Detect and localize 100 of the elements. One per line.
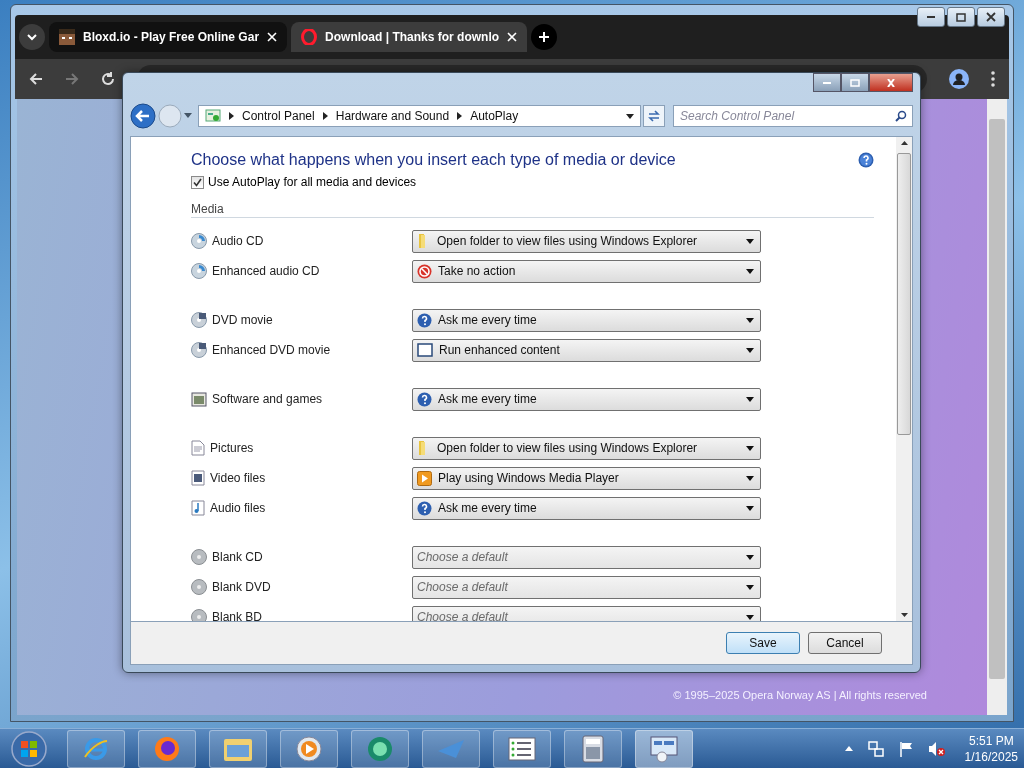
ring-icon — [366, 734, 394, 763]
dropdown-value: Ask me every time — [438, 392, 537, 406]
refresh-icon — [647, 110, 661, 122]
tab-menu-button[interactable] — [19, 24, 45, 50]
dropdown-arrow-icon — [746, 445, 754, 451]
close-button[interactable] — [869, 73, 913, 92]
film-icon — [191, 470, 205, 486]
chevron-icon[interactable] — [457, 112, 463, 120]
dropdown-placeholder: Choose a default — [417, 610, 508, 621]
calculator-icon — [582, 734, 604, 763]
action-dropdown[interactable]: Open folder to view files using Windows Explorer — [412, 436, 761, 460]
browser-tab[interactable]: Download | Thanks for downlo — [291, 22, 528, 52]
close-icon[interactable] — [507, 32, 518, 42]
forward-icon[interactable] — [65, 72, 79, 86]
scrollbar[interactable] — [896, 137, 912, 621]
minimize-button[interactable] — [917, 7, 945, 27]
breadcrumb-item[interactable]: Control Panel — [242, 109, 315, 123]
new-tab-button[interactable] — [531, 24, 558, 50]
section-title: Media — [191, 202, 225, 216]
close-button[interactable] — [977, 7, 1005, 27]
start-button[interactable] — [10, 729, 48, 768]
back-icon[interactable] — [130, 103, 156, 129]
help-icon — [417, 500, 432, 516]
media-label: DVD movie — [212, 313, 273, 327]
dropdown-value: Open folder to view files using Windows Explorer — [437, 441, 698, 455]
taskbar-button[interactable] — [209, 729, 267, 768]
minimize-button[interactable] — [813, 73, 841, 92]
action-dropdown[interactable]: Choose a default — [412, 575, 761, 599]
media-label: Enhanced audio CD — [212, 264, 320, 278]
cancel-button[interactable]: Cancel — [808, 632, 882, 654]
help-icon[interactable] — [858, 152, 874, 168]
flag-icon[interactable] — [898, 740, 913, 757]
media-label: Blank CD — [212, 550, 263, 564]
close-icon — [886, 78, 896, 87]
action-dropdown[interactable]: Open folder to view files using Windows Explorer — [412, 229, 761, 253]
dropdown-arrow-icon — [746, 554, 754, 560]
profile-icon[interactable] — [949, 69, 969, 89]
action-dropdown[interactable]: Ask me every time — [412, 496, 761, 520]
speaker-muted-icon[interactable] — [927, 740, 946, 757]
maximize-button[interactable] — [947, 7, 975, 27]
dropdown-arrow-icon[interactable] — [626, 113, 634, 119]
address-bar[interactable]: Control Panel Hardware and Sound AutoPlay — [198, 105, 641, 127]
no-entry-icon — [417, 263, 432, 279]
taskbar-button[interactable] — [564, 729, 622, 768]
chevron-icon[interactable] — [229, 112, 234, 120]
action-dropdown[interactable]: Take no action — [412, 259, 761, 283]
disc-icon — [191, 342, 207, 358]
minimize-icon — [823, 81, 831, 84]
clock-time[interactable]: 5:51 PM — [968, 733, 1014, 748]
tray-arrow-icon[interactable] — [844, 746, 853, 751]
taskbar-button[interactable] — [67, 729, 125, 768]
network-icon[interactable] — [867, 740, 884, 757]
media-label: Software and games — [212, 392, 323, 406]
media-label: Enhanced DVD movie — [212, 343, 331, 357]
scroll-up-icon[interactable] — [900, 141, 908, 145]
breadcrumb-item[interactable]: Hardware and Sound — [335, 109, 450, 123]
reload-icon[interactable] — [101, 72, 115, 86]
disc-icon — [191, 312, 207, 328]
action-dropdown[interactable]: Play using Windows Media Player — [412, 466, 761, 490]
chevron-icon[interactable] — [322, 112, 328, 120]
maximize-button[interactable] — [841, 73, 869, 92]
window-icon — [417, 343, 433, 357]
media-label: Pictures — [210, 441, 254, 455]
more-icon[interactable] — [991, 71, 995, 87]
media-label: Blank BD — [212, 610, 263, 621]
taskbar-button[interactable] — [280, 729, 338, 768]
disc-icon — [191, 549, 207, 565]
search-icon[interactable] — [895, 110, 907, 122]
control-panel-icon — [205, 109, 221, 123]
taskbar-button[interactable] — [635, 729, 693, 768]
plus-icon — [538, 31, 551, 43]
dropdown-arrow-icon — [746, 317, 754, 323]
breadcrumb-item[interactable]: AutoPlay — [470, 109, 519, 123]
dropdown-arrow-icon — [746, 584, 754, 590]
close-icon[interactable] — [267, 32, 278, 42]
action-dropdown[interactable]: Choose a default — [412, 605, 761, 621]
save-button[interactable]: Save — [726, 632, 800, 654]
checkbox-label[interactable]: Use AutoPlay for all media and devices — [208, 175, 417, 189]
taskbar-button[interactable] — [351, 729, 409, 768]
dropdown-value: Ask me every time — [438, 313, 537, 327]
action-dropdown[interactable]: Ask me every time — [412, 387, 761, 411]
browser-tab[interactable]: Bloxd.io - Play Free Online Gar — [49, 22, 288, 52]
checkbox[interactable] — [191, 175, 204, 189]
disc-icon — [191, 233, 207, 249]
document-icon — [191, 440, 205, 456]
action-dropdown[interactable]: Choose a default — [412, 545, 761, 569]
clock-date[interactable]: 1/16/2025 — [964, 749, 1018, 764]
dropdown-arrow-icon — [746, 268, 754, 274]
action-dropdown[interactable]: Ask me every time — [412, 308, 761, 332]
action-dropdown[interactable]: Run enhanced content — [412, 338, 761, 362]
taskbar-button[interactable] — [138, 729, 196, 768]
music-note-icon — [191, 500, 205, 516]
refresh-button[interactable] — [643, 105, 665, 127]
scrollbar[interactable] — [987, 99, 1007, 715]
disc-icon — [191, 579, 207, 595]
search-field[interactable]: Search Control Panel — [673, 105, 913, 127]
dropdown-arrow-icon — [746, 347, 754, 353]
scroll-down-icon[interactable] — [900, 613, 908, 617]
taskbar-button[interactable] — [493, 729, 551, 768]
dropdown-arrow-icon — [746, 614, 754, 620]
